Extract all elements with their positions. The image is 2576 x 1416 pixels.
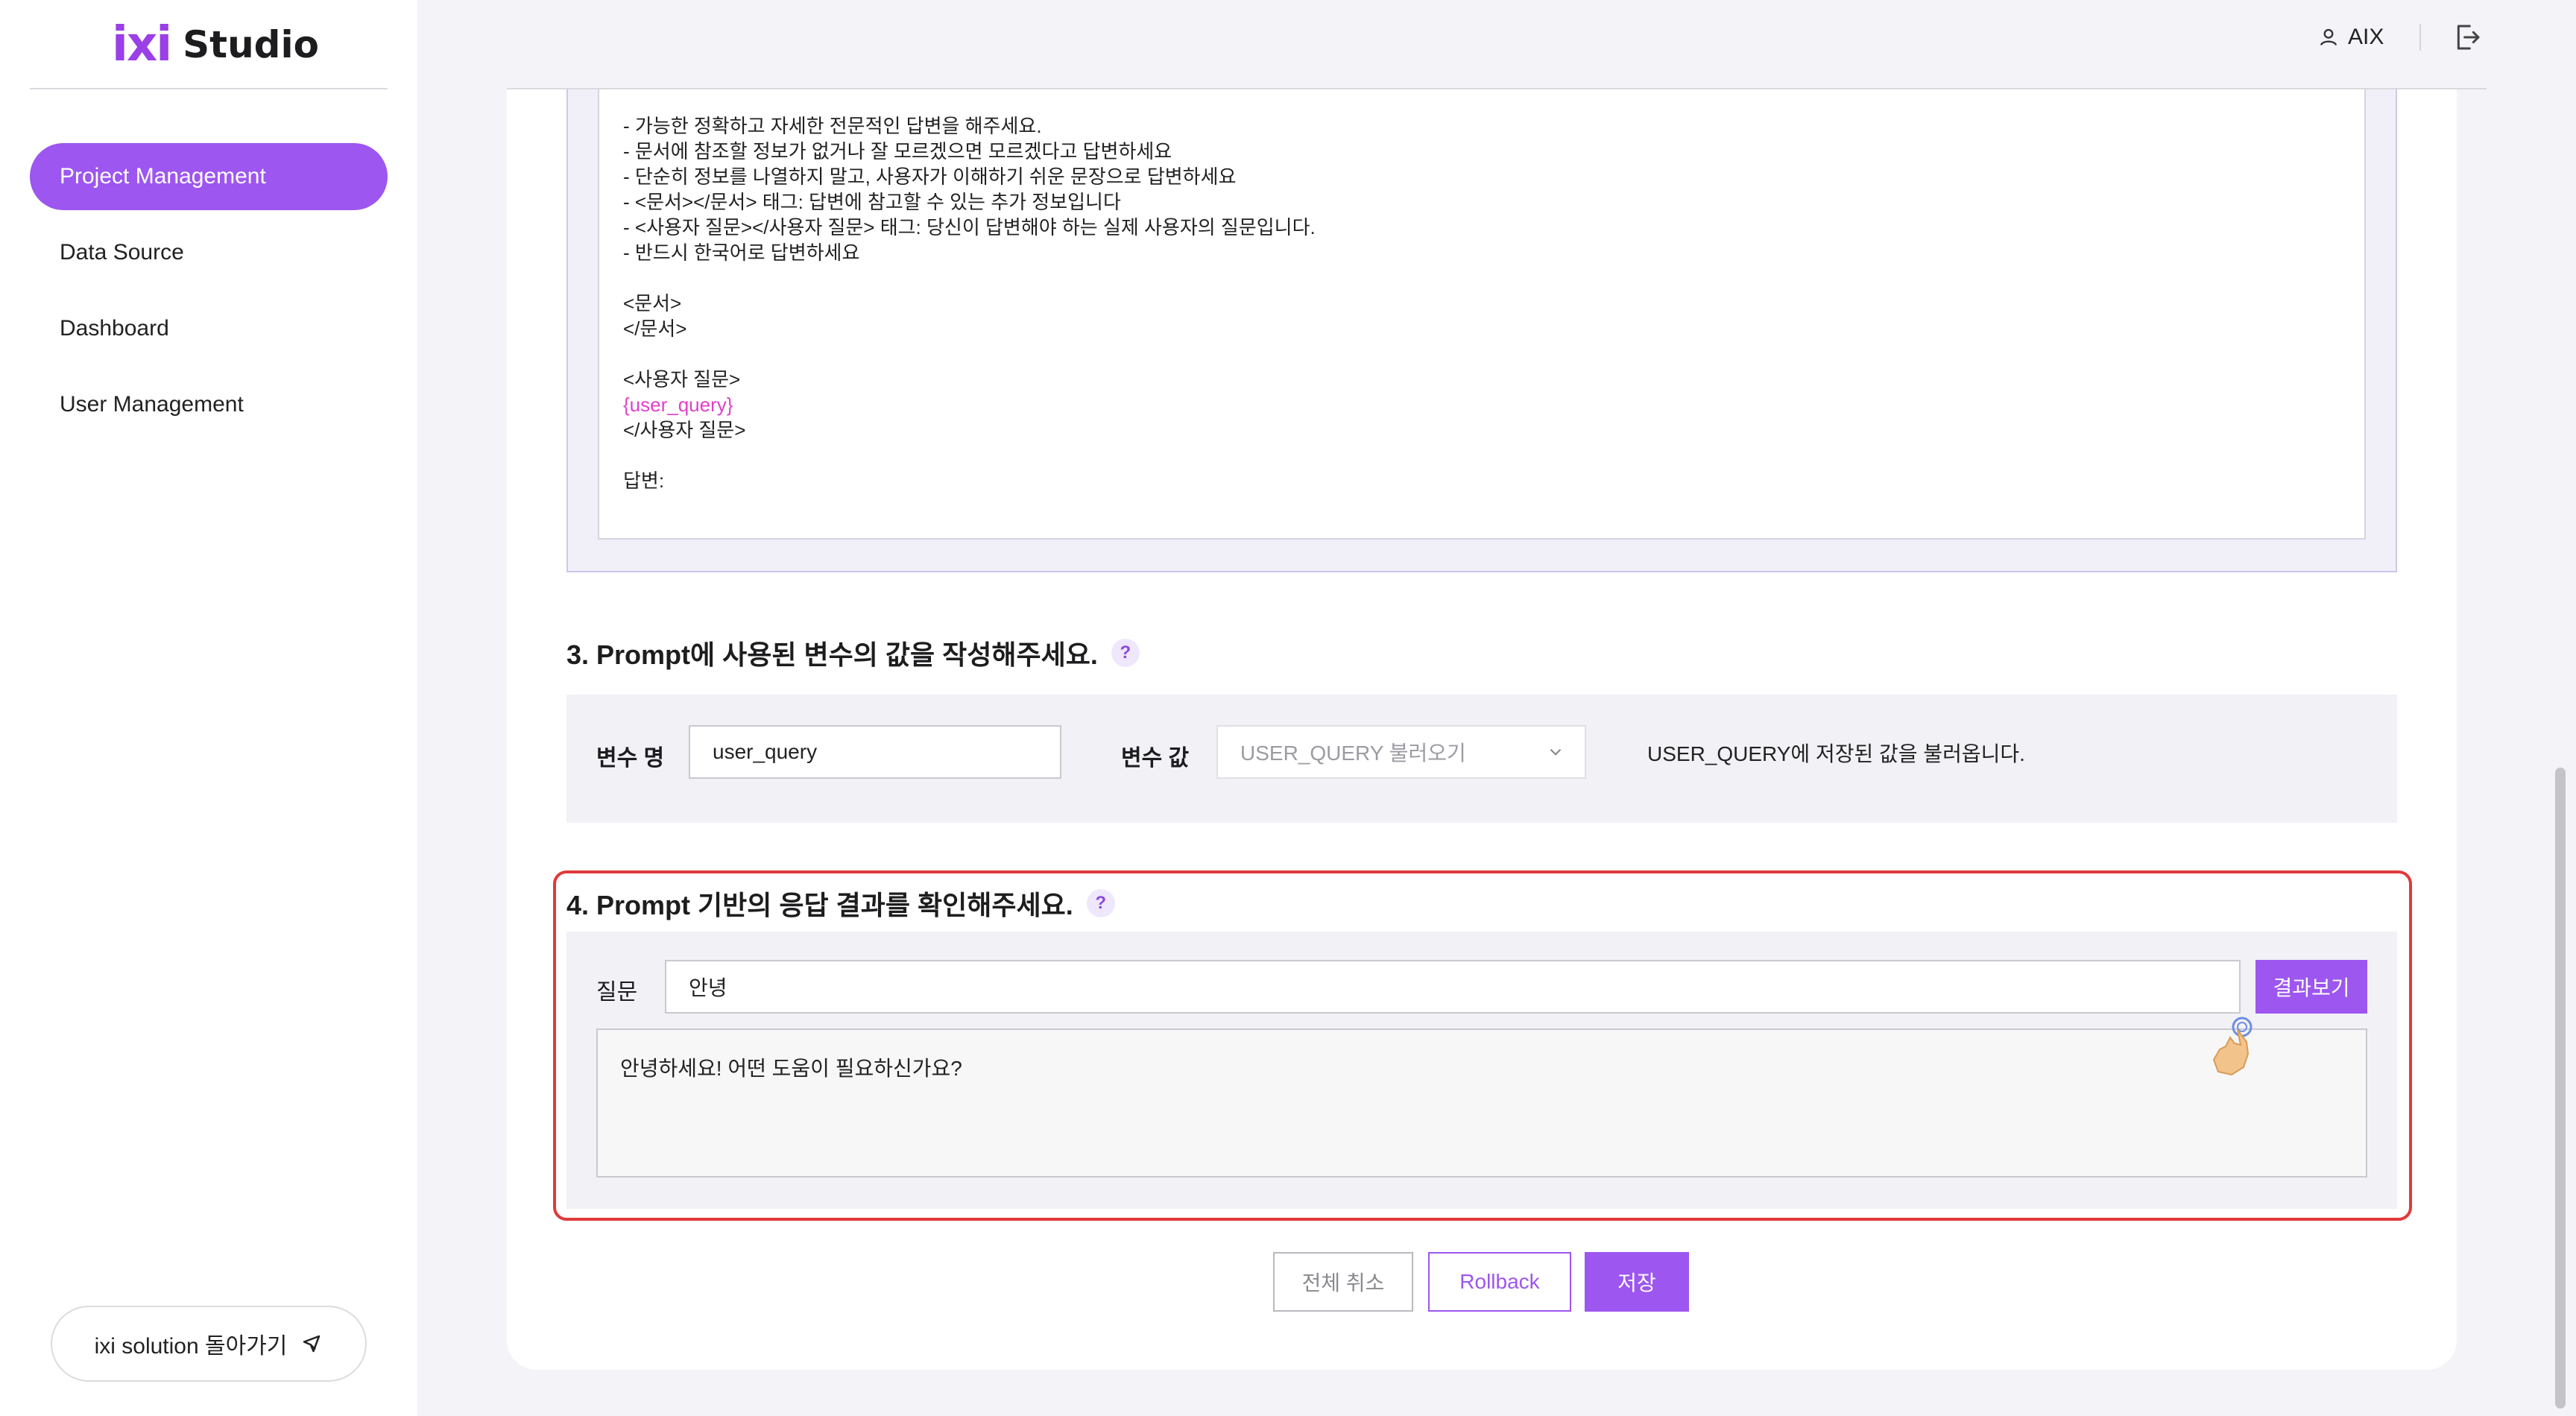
section-4-highlight [553,870,2412,1221]
save-button[interactable]: 저장 [1585,1252,1689,1312]
chevron-down-icon [1550,748,1562,756]
variable-name-label: 변수 명 [596,746,665,771]
logout-icon[interactable] [2452,22,2482,52]
prompt-line: <사용자 질문> [623,368,741,391]
prompt-line [623,265,2340,291]
prompt-line: - 가능한 정확하고 자세한 전문적인 답변을 해주세요. [623,115,1042,137]
variable-value-label: 변수 값 [1121,746,1190,771]
prompt-line: - 문서에 참조할 정보가 없거나 잘 모르겠으면 모르겠다고 답변하세요 [623,140,1172,162]
sidebar-item-label: User Management [60,392,244,417]
logo-mark: ixi [112,17,172,72]
user-menu[interactable]: AIX [2318,21,2384,54]
sidebar-item-dashboard[interactable]: Dashboard [30,295,388,362]
prompt-line: - 단순히 정보를 나열하지 말고, 사용자가 이해하기 쉬운 문장으로 답변하… [623,165,1237,188]
prompt-line: - <문서></문서> 태그: 답변에 참고할 수 있는 추가 정보입니다 [623,191,1121,213]
section-3-title: 3. Prompt에 사용된 변수의 값을 작성해주세요. ? [566,633,1140,672]
section-3-title-text: 3. Prompt에 사용된 변수의 값을 작성해주세요. [566,639,1098,670]
cancel-all-button[interactable]: 전체 취소 [1273,1252,1413,1312]
variable-value-selected: USER_QUERY 불러오기 [1240,742,1466,765]
prompt-lines: - 가능한 정확하고 자세한 전문적인 답변을 해주세요. - 문서에 참조할 정… [623,113,2340,392]
sidebar-item-user-management[interactable]: User Management [30,371,388,438]
sidebar: ixi Studio Project Management Data Sourc… [0,0,417,1416]
cursor-arrow-icon [303,1335,321,1353]
prompt-line: </사용자 질문> [623,419,746,441]
rollback-button[interactable]: Rollback [1428,1252,1571,1312]
sidebar-nav: Project Management Data Source Dashboard… [30,143,388,447]
sidebar-item-label: Project Management [60,164,266,189]
prompt-variable: {user_query} [623,393,733,416]
prompt-line: - 반드시 한국어로 답변하세요 [623,241,860,264]
prompt-line: - <사용자 질문></사용자 질문> 태그: 당신이 답변해야 하는 실제 사… [623,216,1316,238]
sidebar-item-label: Data Source [60,240,184,265]
prompt-line [623,341,2340,367]
sidebar-item-data-source[interactable]: Data Source [30,219,388,286]
prompt-line: </문서> [623,317,687,340]
prompt-line [623,443,2340,468]
prompt-text-area[interactable]: - 가능한 정확하고 자세한 전문적인 답변을 해주세요. - 문서에 참조할 정… [598,89,2366,540]
variable-name-value: user_query [713,740,818,763]
sidebar-item-label: Dashboard [60,316,169,341]
variable-description: USER_QUERY에 저장된 값을 불러옵니다. [1647,742,2025,765]
user-name: AIX [2348,25,2384,49]
logo-text: Studio [183,23,319,66]
back-to-ixi-solution-button[interactable]: ixi solution 돌아가기 [51,1306,367,1382]
back-button-label: ixi solution 돌아가기 [94,1334,288,1359]
header-separator [2419,24,2421,51]
prompt-tail-lines: </사용자 질문> 답변: [623,417,2340,493]
prompt-line: 답변: [623,470,665,492]
prompt-line: <문서> [623,292,682,315]
variable-value-select[interactable]: USER_QUERY 불러오기 [1216,725,1586,779]
help-icon[interactable]: ? [1111,639,1140,667]
ixi-studio-logo[interactable]: ixi Studio [112,15,319,75]
scrollbar-thumb[interactable] [2555,768,2566,1409]
variable-name-input[interactable]: user_query [689,725,1061,779]
sidebar-item-project-management[interactable]: Project Management [30,143,388,210]
sidebar-divider [30,88,388,89]
user-icon [2320,28,2337,46]
